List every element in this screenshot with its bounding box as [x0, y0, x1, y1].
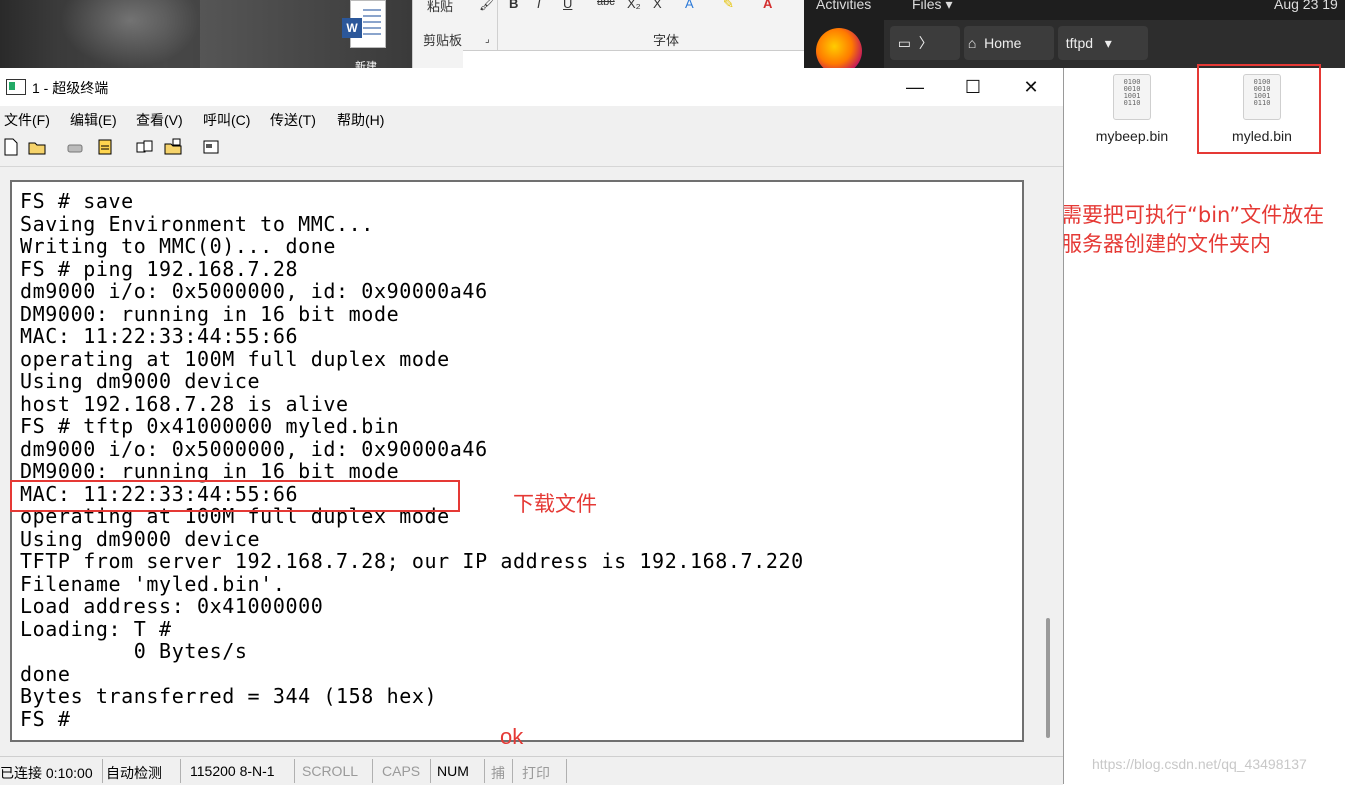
font-group-label: 字体	[653, 33, 680, 48]
hyperterminal-icon	[6, 79, 26, 95]
annotation-server-folder: 需要把可执行“bin”文件放在服务器创建的文件夹内	[1061, 203, 1325, 256]
word-ribbon: 粘贴 🖌 剪贴板 ⌟ B I U abc X₂ X A ✎ A 字体	[412, 0, 805, 69]
path-current-button[interactable]: tftpd ▾	[1058, 26, 1148, 60]
status-autodetect: 自动检测	[106, 765, 162, 781]
call-icon[interactable]	[66, 138, 84, 156]
files-app-menu[interactable]: Files ▾	[912, 0, 952, 13]
new-file-icon[interactable]	[2, 138, 20, 156]
activities-button[interactable]: Activities	[816, 0, 871, 12]
bold-button[interactable]: B	[509, 0, 518, 11]
menu-call[interactable]: 呼叫(C)	[203, 110, 250, 130]
text-effects-icon[interactable]: A	[685, 0, 694, 11]
watermark: https://blog.csdn.net/qq_43498137	[1092, 756, 1307, 772]
underline-button[interactable]: U	[563, 0, 572, 11]
path-current-label: tftpd	[1065, 35, 1094, 51]
annotation-download: 下载文件	[513, 492, 597, 516]
send-icon[interactable]	[136, 138, 154, 156]
paste-label[interactable]: 粘贴	[427, 0, 453, 15]
path-home-button[interactable]: ⌂ Home	[964, 26, 1054, 60]
path-home-label: Home	[984, 35, 1022, 51]
format-painter-icon[interactable]: 🖌	[479, 0, 496, 12]
scrollbar-thumb[interactable]	[1046, 618, 1050, 738]
close-button[interactable]: ✕	[1008, 68, 1054, 106]
italic-button[interactable]: I	[537, 0, 541, 11]
menu-edit[interactable]: 编辑(E)	[70, 110, 117, 130]
dialog-launcher-icon[interactable]: ⌟	[485, 34, 490, 45]
word-document-icon[interactable]: W	[342, 0, 386, 50]
document-page	[463, 50, 805, 69]
tftp-command-highlight	[10, 480, 460, 512]
status-num: NUM	[437, 763, 469, 779]
terminal-output: FS # save Saving Environment to MMC... W…	[20, 189, 804, 731]
menu-bar: 文件(F) 编辑(E) 查看(V) 呼叫(C) 传送(T) 帮助(H)	[0, 106, 1063, 132]
status-connected: 已连接 0:10:00	[0, 765, 93, 781]
window-title: 1 - 超级终端	[32, 80, 109, 96]
menu-view[interactable]: 查看(V)	[136, 110, 183, 130]
menu-help[interactable]: 帮助(H)	[337, 110, 384, 130]
annotation-ok: ok	[500, 724, 524, 749]
status-capture: 捕	[491, 765, 505, 781]
properties-icon[interactable]	[202, 138, 220, 156]
status-caps: CAPS	[382, 763, 421, 779]
minimize-button[interactable]: —	[892, 68, 938, 106]
toolbar	[0, 132, 1063, 167]
clock[interactable]: Aug 23 19	[1274, 0, 1338, 12]
file-name: mybeep.bin	[1095, 128, 1169, 144]
terminal-screen[interactable]: FS # save Saving Environment to MMC... W…	[10, 180, 1024, 742]
menu-transfer[interactable]: 传送(T)	[270, 110, 316, 130]
menu-file[interactable]: 文件(F)	[4, 110, 50, 130]
superscript-button[interactable]: X	[653, 0, 662, 11]
status-port-settings: 115200 8-N-1	[190, 763, 275, 779]
files-app-label: Files	[912, 0, 942, 12]
disconnect-icon[interactable]	[96, 138, 114, 156]
highlight-icon[interactable]: ✎	[723, 0, 734, 12]
vertical-scrollbar[interactable]	[1032, 172, 1060, 750]
binary-file-icon: 0100 0010 1001 0110	[1113, 74, 1151, 120]
status-scroll: SCROLL	[302, 763, 359, 779]
terminal-window: 1 - 超级终端 — ☐ ✕ 文件(F) 编辑(E) 查看(V) 呼叫(C) 传…	[0, 68, 1064, 785]
clipboard-group-label: 剪贴板	[423, 33, 463, 48]
path-back-button[interactable]: ▭ 〉	[890, 26, 960, 60]
title-bar[interactable]: 1 - 超级终端 — ☐ ✕	[0, 68, 1063, 106]
files-header-bar: ▭ 〉 ⌂ Home tftpd ▾	[884, 20, 1345, 68]
ubuntu-desktop: Activities Files ▾ Aug 23 19 ▭ 〉 ⌂ Home …	[804, 0, 1345, 74]
font-color-icon[interactable]: A	[763, 0, 772, 11]
open-folder-icon[interactable]	[28, 138, 46, 156]
strikethrough-button[interactable]: abc	[597, 0, 615, 8]
file-highlight-box	[1197, 64, 1321, 154]
file-manager-view: 0100 0010 1001 0110 mybeep.bin 0100 0010 1001…	[1063, 68, 1345, 784]
receive-icon[interactable]	[164, 138, 182, 156]
status-bar: 已连接 0:10:00 自动检测 115200 8-N-1 SCROLL CAP…	[0, 756, 1063, 785]
file-item-mybeep[interactable]: 0100 0010 1001 0110 mybeep.bin	[1082, 68, 1182, 158]
status-print: 打印	[522, 765, 550, 781]
maximize-button[interactable]: ☐	[950, 68, 996, 106]
subscript-button[interactable]: X₂	[627, 0, 641, 11]
